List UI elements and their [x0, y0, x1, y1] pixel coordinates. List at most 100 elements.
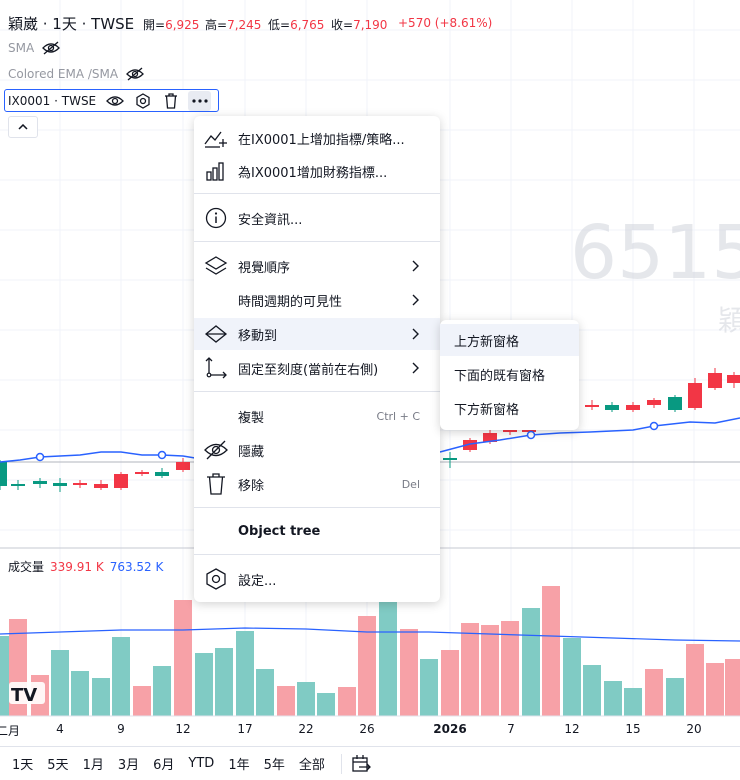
ma-marker: [35, 452, 45, 462]
date-label: 22: [298, 722, 314, 736]
volume-bar: [277, 686, 295, 716]
candle-body: [94, 484, 108, 488]
menu-add-indicator[interactable]: 在IX0001上增加指標/策略...: [194, 122, 440, 154]
volume-bar: [604, 681, 622, 716]
candle-body: [114, 474, 128, 488]
date-label: 4: [56, 722, 64, 736]
range-ytd-button[interactable]: YTD: [188, 756, 214, 771]
menu-item-label: 時間週期的可見性: [238, 294, 343, 310]
volume-bar: [400, 629, 418, 716]
menu-settings[interactable]: 設定...: [194, 563, 440, 595]
ma-marker: [157, 450, 167, 460]
submenu-new-pane-below[interactable]: 下方新窗格: [440, 392, 579, 424]
ma-marker: [526, 430, 536, 440]
calendar-goto-icon[interactable]: [350, 753, 372, 775]
ohlc-low: 低=6,765: [268, 18, 325, 32]
trash-icon: [204, 472, 228, 496]
volume-bar: [420, 659, 438, 716]
volume-bar: [0, 636, 9, 716]
menu-shortcut: Del: [401, 477, 420, 491]
tradingview-logo[interactable]: TV: [9, 682, 45, 706]
range-6m-button[interactable]: 6月: [153, 754, 174, 773]
candle-body: [73, 483, 87, 485]
move-to-submenu: 上方新窗格 下面的既有窗格 下方新窗格: [440, 320, 579, 430]
settings-icon: [204, 567, 228, 591]
range-3m-button[interactable]: 3月: [118, 754, 139, 773]
date-label: 7: [507, 722, 515, 736]
range-5d-button[interactable]: 5天: [47, 754, 68, 773]
menu-remove[interactable]: 移除 Del: [194, 468, 440, 500]
menu-pin-to-scale[interactable]: 固定至刻度(當前在右側): [194, 352, 440, 384]
candle-body: [135, 472, 149, 474]
range-1d-button[interactable]: 1天: [12, 754, 33, 773]
context-menu: 在IX0001上增加指標/策略... 為IX0001增加財務指標... 安全資訊…: [194, 116, 440, 602]
volume-bar: [297, 682, 315, 716]
date-label: 20: [686, 722, 702, 736]
series-legend-ix0001[interactable]: IX0001 · TWSE: [4, 89, 219, 112]
submenu-new-pane-above[interactable]: 上方新窗格: [440, 324, 579, 356]
indicator-sma[interactable]: SMA: [8, 41, 61, 55]
eye-off-icon[interactable]: [126, 67, 144, 81]
volume-bar: [133, 686, 151, 716]
volume-bar: [542, 586, 560, 716]
submenu-existing-pane-below[interactable]: 下面的既有窗格: [440, 358, 579, 390]
eye-off-icon[interactable]: [42, 41, 61, 55]
volume-bar: [358, 616, 376, 716]
menu-visual-order[interactable]: 視覺順序: [194, 250, 440, 282]
candle-body: [11, 484, 25, 486]
menu-move-to[interactable]: 移動到: [194, 318, 440, 350]
menu-add-financials[interactable]: 為IX0001增加財務指標...: [194, 155, 440, 187]
menu-copy[interactable]: 複製 Ctrl + C: [194, 400, 440, 432]
symbol-title[interactable]: 穎崴 · 1天 · TWSE: [8, 13, 134, 34]
info-icon: [204, 206, 228, 230]
candle-body: [503, 430, 517, 432]
menu-item-label: 設定...: [238, 573, 277, 589]
volume-legend[interactable]: 成交量 339.91 K 763.52 K: [8, 558, 163, 575]
time-axis[interactable]: 二月 4 9 12 17 22 26 2026 7 12 15 20: [0, 716, 740, 744]
volume-label: 成交量: [8, 560, 45, 574]
volume-bar: [236, 631, 254, 716]
volume-bar: [71, 671, 89, 716]
settings-icon[interactable]: [132, 91, 153, 111]
menu-item-label: 隱藏: [238, 444, 265, 460]
volume-bar: [461, 623, 479, 716]
candle-body: [647, 400, 661, 405]
candle-body: [708, 373, 722, 388]
menu-item-label: 安全資訊...: [238, 212, 303, 228]
chevron-right-icon: [412, 294, 419, 306]
range-1m-button[interactable]: 1月: [83, 754, 104, 773]
menu-item-label: 移動到: [238, 328, 278, 344]
range-5y-button[interactable]: 5年: [264, 754, 285, 773]
pin-scale-icon: [204, 356, 228, 380]
candle-body: [688, 383, 702, 408]
menu-object-tree[interactable]: Object tree: [194, 515, 440, 547]
candle-body: [668, 397, 682, 410]
trash-icon[interactable]: [160, 91, 181, 111]
more-icon[interactable]: [188, 90, 211, 111]
range-1y-button[interactable]: 1年: [228, 754, 249, 773]
candle-body: [585, 405, 599, 407]
indicator-colored-ema[interactable]: Colored EMA /SMA: [8, 67, 144, 81]
volume-bar: [583, 665, 601, 716]
collapse-legend-button[interactable]: [8, 116, 38, 138]
volume-bar: [153, 666, 171, 716]
candle-body: [0, 462, 7, 486]
date-label: 12: [175, 722, 191, 736]
volume-bar: [706, 663, 724, 716]
menu-hide[interactable]: 隱藏: [194, 434, 440, 466]
toolbar-divider: [340, 753, 342, 774]
eye-icon[interactable]: [104, 91, 125, 111]
layers-icon: [204, 254, 228, 278]
range-all-button[interactable]: 全部: [299, 754, 325, 773]
menu-item-label: 為IX0001增加財務指標...: [238, 165, 388, 181]
volume-bar: [215, 648, 233, 716]
volume-bar: [441, 650, 459, 716]
menu-interval-visibility[interactable]: 時間週期的可見性: [194, 284, 440, 316]
menu-item-label: 移除: [238, 478, 265, 494]
logo-text: TV: [11, 685, 37, 706]
candle-body: [176, 462, 190, 470]
candle-body: [33, 481, 47, 484]
eye-off-icon: [204, 438, 228, 462]
range-toolbar: 1天 5天 1月 3月 6月 YTD 1年 5年 全部: [0, 746, 740, 780]
menu-security-info[interactable]: 安全資訊...: [194, 202, 440, 234]
